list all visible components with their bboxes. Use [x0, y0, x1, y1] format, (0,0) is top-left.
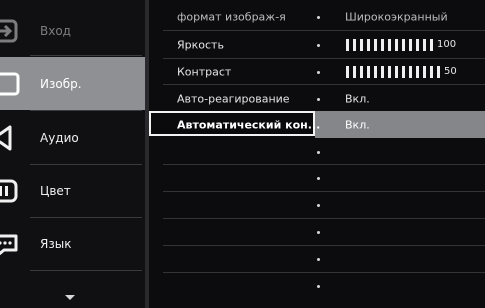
sidebar-item-label: Вход	[40, 23, 71, 38]
sidebar-item-label: Изобр.	[40, 76, 82, 91]
bullet	[317, 176, 320, 180]
sidebar-item-label: Язык	[40, 236, 72, 251]
sidebar-divider	[30, 55, 142, 56]
setting-row-auto-response[interactable]: Авто-реагирование Вкл.	[149, 85, 485, 112]
bullet	[317, 97, 320, 101]
sidebar-item-audio[interactable]: Аудио	[0, 111, 145, 164]
speaker-icon	[0, 125, 12, 150]
setting-row-auto-contrast[interactable]: Автоматический кон... Вкл.	[149, 111, 485, 138]
settings-list: формат изображ-я Широкоэкранный Яркость …	[149, 0, 485, 308]
empty-row	[149, 164, 485, 191]
empty-row	[149, 218, 485, 245]
setting-label: Контраст	[177, 65, 232, 78]
contrast-value: 50	[444, 66, 457, 77]
osd-menu-screen: Вход Изобр. Аудио Цвет Язык формат изобр…	[0, 0, 485, 308]
bullet	[317, 257, 320, 261]
empty-row	[149, 245, 485, 272]
bullet	[317, 150, 320, 154]
setting-label: Яркость	[177, 38, 224, 51]
sidebar-divider	[30, 270, 142, 271]
bullet	[317, 284, 320, 288]
color-icon	[0, 179, 18, 202]
chevron-down-icon[interactable]	[64, 294, 76, 302]
sidebar-item-input[interactable]: Вход	[0, 4, 145, 57]
setting-label: Авто-реагирование	[177, 92, 290, 105]
setting-value: Вкл.	[345, 118, 370, 131]
brightness-value: 100	[437, 39, 457, 50]
setting-label: Автоматический кон...	[177, 118, 321, 131]
empty-row	[149, 138, 485, 165]
brightness-slider[interactable]: 100	[346, 38, 457, 51]
bullet	[317, 230, 320, 234]
bullet	[317, 15, 320, 19]
sidebar-item-language[interactable]: Язык	[0, 217, 145, 270]
bullet	[317, 43, 320, 47]
setting-row-picture-format[interactable]: формат изображ-я Широкоэкранный	[149, 3, 485, 30]
setting-row-contrast[interactable]: Контраст 50	[149, 58, 485, 85]
empty-row	[149, 191, 485, 218]
contrast-slider[interactable]: 50	[346, 65, 457, 78]
sidebar: Вход Изобр. Аудио Цвет Язык	[0, 0, 145, 308]
setting-value: Широкоэкранный	[345, 10, 448, 23]
language-icon	[0, 234, 18, 255]
setting-row-brightness[interactable]: Яркость 100	[149, 31, 485, 58]
sidebar-item-label: Цвет	[40, 183, 71, 198]
setting-value: Вкл.	[345, 92, 370, 105]
bullet	[317, 70, 320, 74]
sidebar-item-label: Аудио	[40, 130, 79, 145]
setting-label: формат изображ-я	[177, 10, 286, 23]
value-highlight	[315, 111, 485, 138]
bullet	[317, 203, 320, 207]
picture-icon	[0, 72, 20, 95]
input-icon	[0, 19, 18, 42]
sidebar-item-picture[interactable]: Изобр.	[0, 57, 145, 110]
empty-row	[149, 272, 485, 299]
sidebar-item-color[interactable]: Цвет	[0, 164, 145, 217]
